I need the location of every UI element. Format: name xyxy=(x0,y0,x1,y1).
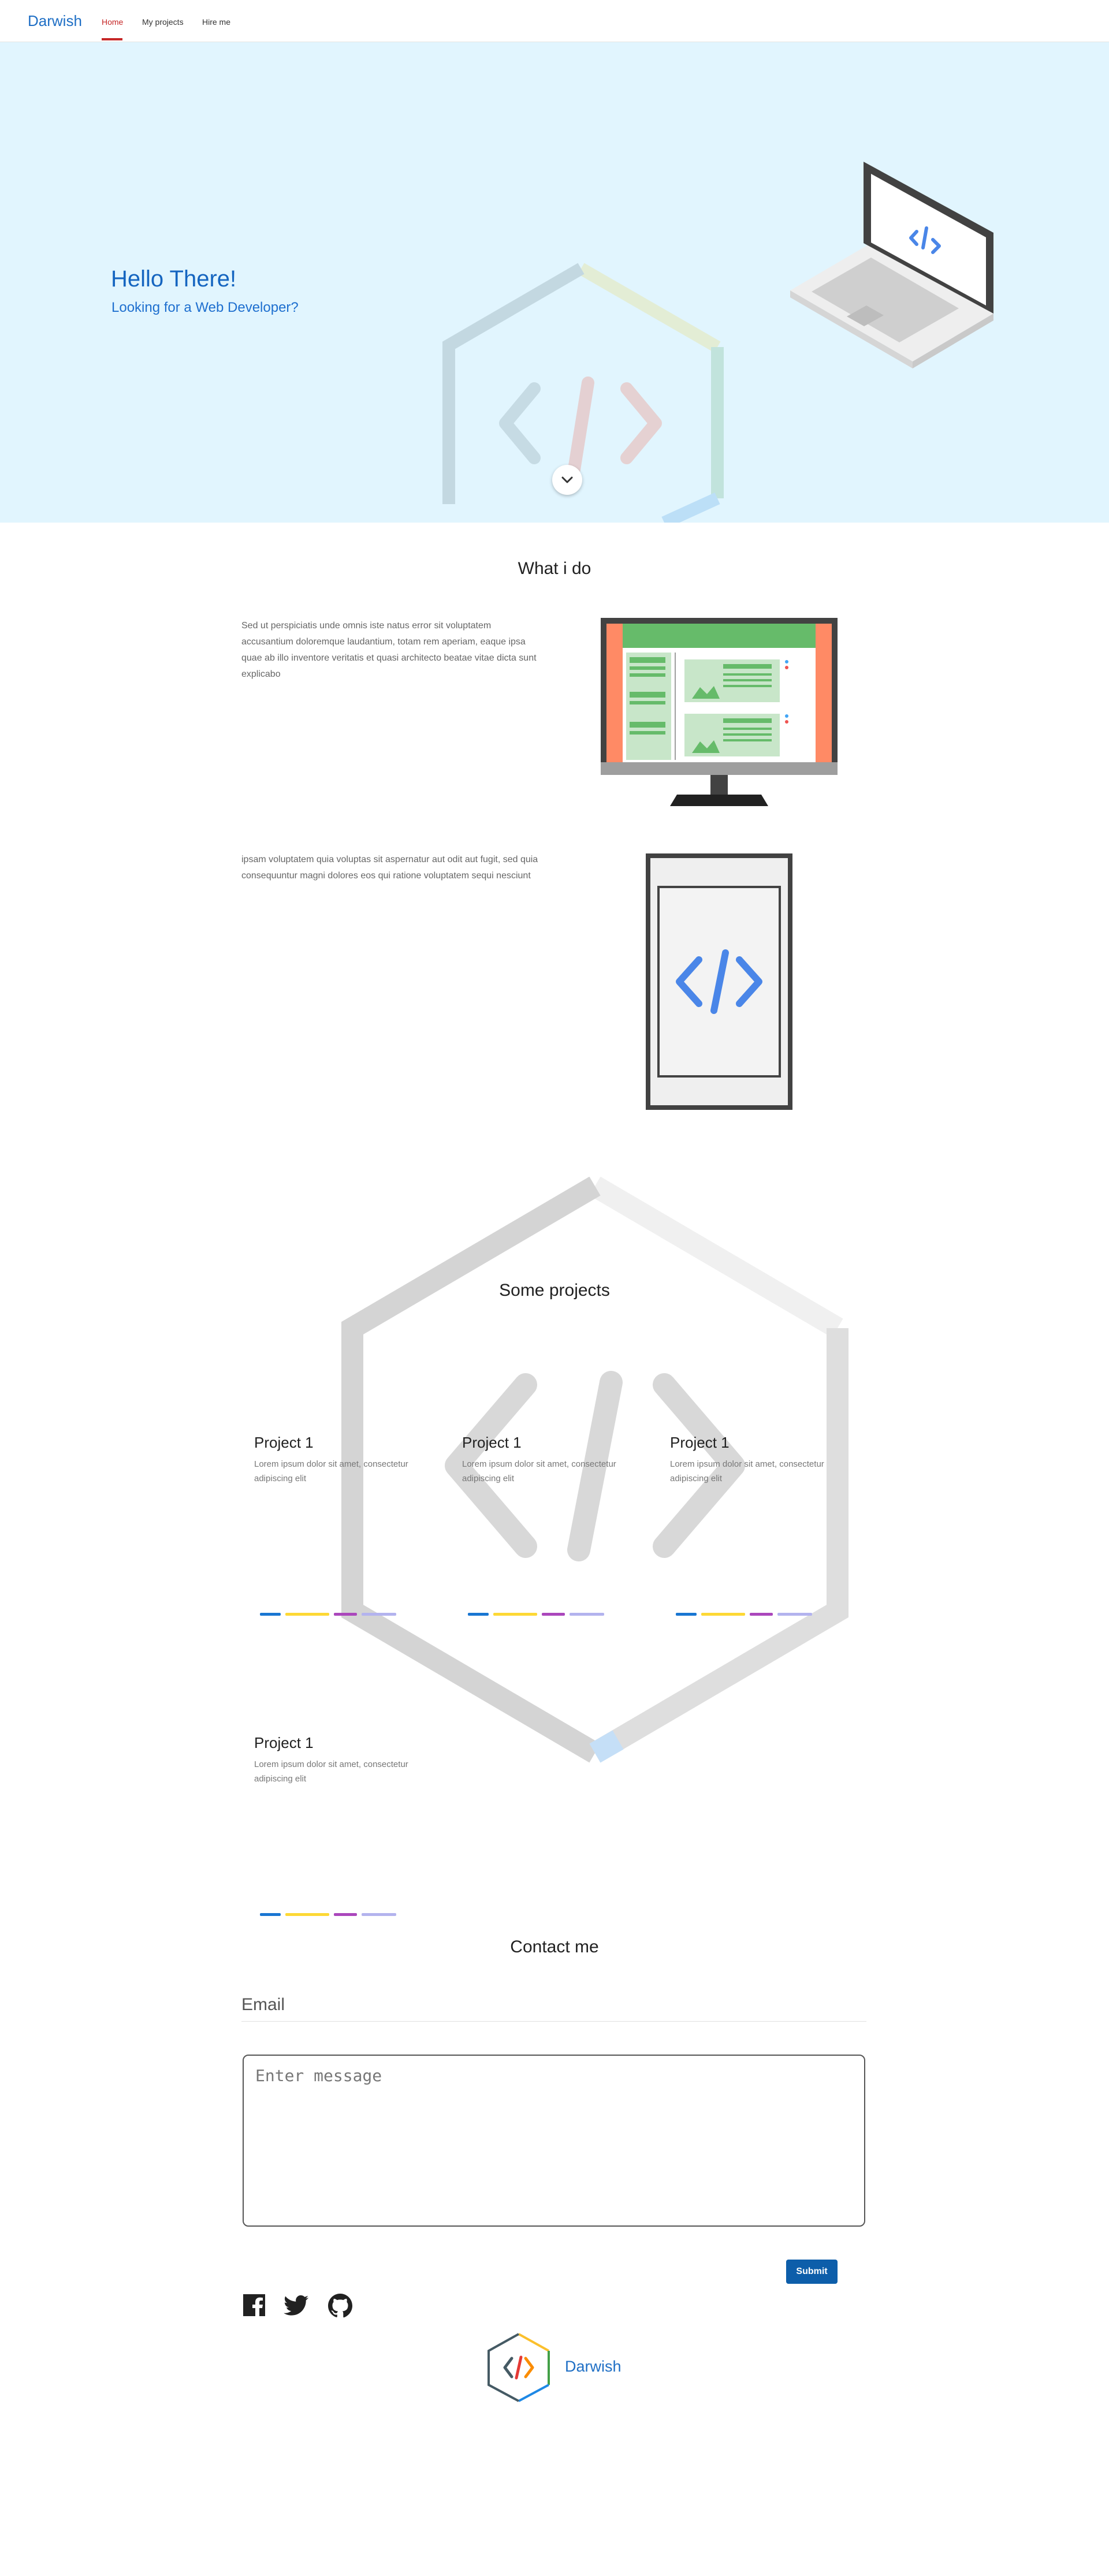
chevron-down-icon xyxy=(561,476,573,483)
hero-hexagon-logo xyxy=(442,263,724,523)
nav-link-hire-me[interactable]: Hire me xyxy=(202,17,230,27)
project-card[interactable]: Project 1 Lorem ipsum dolor sit amet, co… xyxy=(670,1434,843,1619)
project-title: Project 1 xyxy=(462,1434,522,1451)
project-card[interactable]: Project 1 Lorem ipsum dolor sit amet, co… xyxy=(254,1734,427,1919)
facebook-icon[interactable] xyxy=(241,2292,268,2319)
hero-title: Hello There! xyxy=(111,266,237,292)
project-description: Lorem ipsum dolor sit amet, consectetur … xyxy=(462,1459,616,1483)
footer-hexagon-logo xyxy=(487,2333,550,2402)
twitter-icon[interactable] xyxy=(283,2292,310,2319)
project-tag-bars xyxy=(676,1613,814,1616)
projects-heading: Some projects xyxy=(499,1281,610,1300)
project-tag-bars xyxy=(468,1613,606,1616)
mobile-phone-illustration xyxy=(646,853,792,1110)
laptop-illustration xyxy=(790,162,993,368)
contact-heading: Contact me xyxy=(510,1937,599,1956)
submit-button[interactable]: Submit xyxy=(786,2260,838,2284)
nav-link-home[interactable]: Home xyxy=(102,17,123,27)
hero-section: Hello There! Looking for a Web Developer… xyxy=(0,42,1109,523)
hero-subtitle: Looking for a Web Developer? xyxy=(111,300,299,315)
footer-brand[interactable]: Darwish xyxy=(565,2358,622,2376)
navbar: Darwish Home My projects Hire me xyxy=(0,0,1109,42)
email-field-label[interactable]: Email xyxy=(241,1995,285,2015)
project-title: Project 1 xyxy=(254,1734,314,1751)
github-icon[interactable] xyxy=(327,2292,353,2319)
services-heading: What i do xyxy=(518,559,591,578)
project-title: Project 1 xyxy=(670,1434,730,1451)
message-field[interactable] xyxy=(243,2055,865,2227)
project-description: Lorem ipsum dolor sit amet, consectetur … xyxy=(254,1459,408,1483)
project-tag-bars xyxy=(260,1913,399,1917)
project-title: Project 1 xyxy=(254,1434,314,1451)
service-description-web: Sed ut perspiciatis unde omnis iste natu… xyxy=(241,621,537,679)
desktop-monitor-illustration xyxy=(601,618,838,806)
nav-active-indicator xyxy=(102,38,122,40)
project-card[interactable]: Project 1 Lorem ipsum dolor sit amet, co… xyxy=(462,1434,635,1619)
project-description: Lorem ipsum dolor sit amet, consectetur … xyxy=(254,1759,408,1784)
project-tag-bars xyxy=(260,1613,399,1616)
service-description-mobile: ipsam voluptatem quia voluptas sit asper… xyxy=(241,855,538,881)
project-description: Lorem ipsum dolor sit amet, consectetur … xyxy=(670,1459,824,1483)
scroll-down-button[interactable] xyxy=(552,465,582,495)
nav-link-my-projects[interactable]: My projects xyxy=(142,17,184,27)
project-card[interactable]: Project 1 Lorem ipsum dolor sit amet, co… xyxy=(254,1434,427,1619)
brand-logo[interactable]: Darwish xyxy=(28,12,82,30)
email-field[interactable] xyxy=(241,2021,866,2022)
